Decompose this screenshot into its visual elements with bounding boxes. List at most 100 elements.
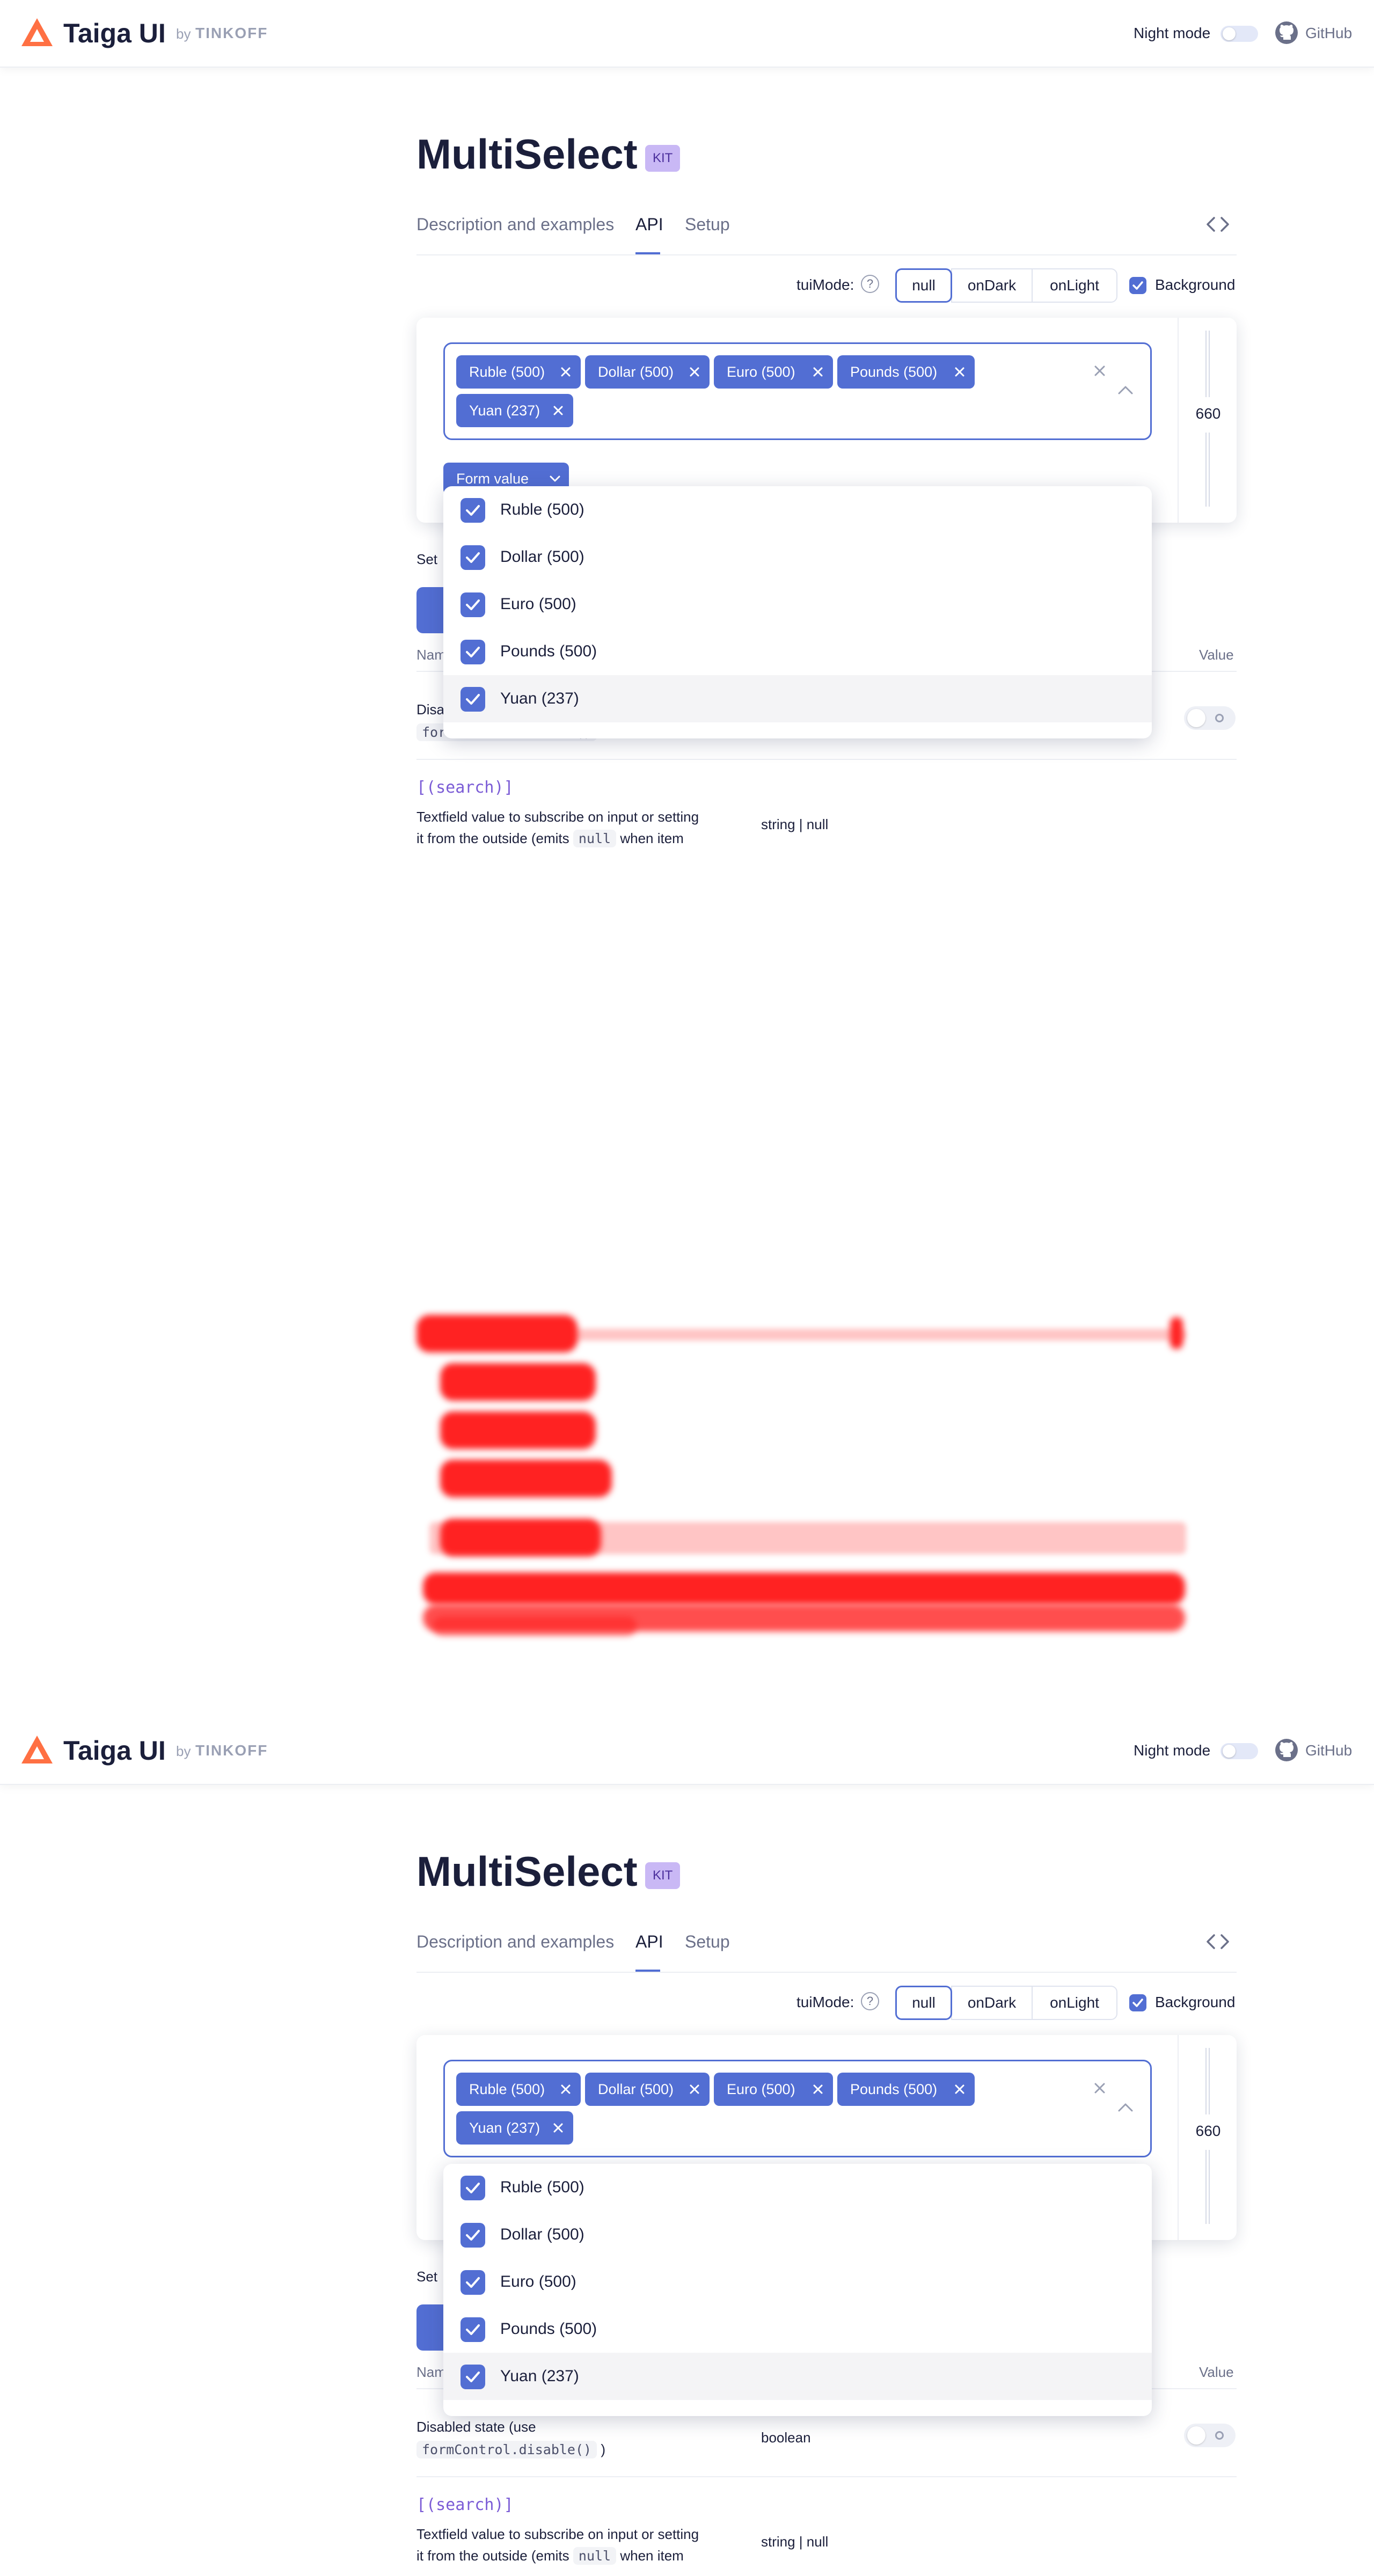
option-checkbox[interactable] — [461, 687, 485, 712]
tab-api[interactable]: API — [635, 1931, 663, 1952]
tab-api[interactable]: API — [635, 214, 663, 235]
taiga-logo-icon[interactable] — [20, 1735, 54, 1765]
background-checkbox[interactable] — [1129, 277, 1146, 294]
tab-setup[interactable]: Setup — [685, 214, 730, 235]
night-mode-toggle[interactable] — [1220, 1743, 1258, 1759]
mode-ondark-option[interactable]: onDark — [951, 1986, 1033, 2020]
remove-tag-icon[interactable] — [810, 364, 825, 379]
code-snippet: formControl.disable() — [416, 2441, 597, 2458]
taiga-logo-icon[interactable] — [20, 17, 54, 47]
option-checkbox[interactable] — [461, 2365, 485, 2389]
option-dollar[interactable]: Dollar (500) — [443, 2211, 1152, 2258]
background-checkbox[interactable] — [1129, 1994, 1146, 2011]
resize-handle-bottom[interactable] — [1205, 2150, 1210, 2224]
github-icon[interactable] — [1274, 20, 1299, 45]
remove-tag-icon[interactable] — [687, 2082, 702, 2097]
tag-euro[interactable]: Euro (500) — [714, 2073, 833, 2106]
option-euro[interactable]: Euro (500) — [443, 581, 1152, 628]
tag-dollar[interactable]: Dollar (500) — [585, 2073, 710, 2106]
option-checkbox[interactable] — [461, 545, 485, 570]
search-input-name: [(search)] — [416, 2496, 514, 2514]
remove-tag-icon[interactable] — [558, 2082, 573, 2097]
tag-dollar[interactable]: Dollar (500) — [585, 355, 710, 389]
mode-null-option[interactable]: null — [895, 268, 952, 303]
tag-label: Ruble (500) — [469, 2081, 545, 2097]
desc-text: it from the outside (emits — [416, 830, 569, 846]
api-divider — [416, 2476, 1237, 2477]
logo-text[interactable]: Taiga UI — [63, 1736, 166, 1766]
mode-null-option[interactable]: null — [895, 1986, 952, 2020]
tag-ruble[interactable]: Ruble (500) — [456, 355, 581, 389]
github-icon[interactable] — [1274, 1738, 1299, 1762]
option-yuan[interactable]: Yuan (237) — [443, 2353, 1152, 2400]
option-checkbox[interactable] — [461, 2270, 485, 2295]
tag-yuan[interactable]: Yuan (237) — [456, 2111, 573, 2145]
github-link[interactable]: GitHub — [1305, 1742, 1352, 1759]
tab-setup[interactable]: Setup — [685, 1931, 730, 1952]
mode-onlight-option[interactable]: onLight — [1032, 1986, 1117, 2020]
option-checkbox[interactable] — [461, 498, 485, 523]
option-checkbox[interactable] — [461, 592, 485, 617]
value-column-header: Value — [1199, 2364, 1234, 2380]
option-pounds[interactable]: Pounds (500) — [443, 628, 1152, 675]
resize-handle-bottom[interactable] — [1205, 433, 1210, 507]
clear-all-icon[interactable] — [1092, 363, 1108, 379]
disabled-toggle[interactable] — [1184, 706, 1236, 730]
tab-description[interactable]: Description and examples — [416, 214, 614, 235]
tui-mode-label: tuiMode: — [796, 276, 854, 293]
help-icon[interactable]: ? — [861, 1992, 879, 2010]
tag-pounds[interactable]: Pounds (500) — [837, 2073, 975, 2106]
night-mode-toggle[interactable] — [1220, 26, 1258, 42]
checkmark-icon — [466, 2277, 480, 2288]
remove-tag-icon[interactable] — [952, 364, 967, 379]
option-ruble[interactable]: Ruble (500) — [443, 2164, 1152, 2211]
width-value: 660 — [1195, 2123, 1221, 2139]
set-text: Set — [416, 551, 438, 567]
option-checkbox[interactable] — [461, 2223, 485, 2248]
option-euro[interactable]: Euro (500) — [443, 2258, 1152, 2306]
option-yuan[interactable]: Yuan (237) — [443, 675, 1152, 722]
tag-euro[interactable]: Euro (500) — [714, 355, 833, 389]
checkmark-icon — [466, 694, 480, 705]
multiselect-dropdown: Ruble (500) Dollar (500) Euro (500) Poun… — [443, 486, 1152, 738]
option-ruble[interactable]: Ruble (500) — [443, 486, 1152, 533]
site-header: Taiga UI by TINKOFF Night mode GitHub — [0, 0, 1374, 68]
diff-mark — [440, 1411, 596, 1449]
mode-ondark-option[interactable]: onDark — [951, 268, 1033, 303]
resize-handle-top[interactable] — [1205, 331, 1210, 397]
tab-description[interactable]: Description and examples — [416, 1931, 614, 1952]
tag-pounds[interactable]: Pounds (500) — [837, 355, 975, 389]
tag-ruble[interactable]: Ruble (500) — [456, 2073, 581, 2106]
option-checkbox[interactable] — [461, 2317, 485, 2342]
option-dollar[interactable]: Dollar (500) — [443, 533, 1152, 581]
logo-text[interactable]: Taiga UI — [63, 18, 166, 48]
chevron-up-icon[interactable] — [1116, 2101, 1135, 2113]
checkmark-icon — [466, 599, 480, 610]
option-pounds[interactable]: Pounds (500) — [443, 2306, 1152, 2353]
chevron-up-icon[interactable] — [1116, 383, 1135, 396]
night-mode-label: Night mode — [1134, 25, 1211, 41]
logo-tinkoff: TINKOFF — [195, 1742, 268, 1759]
multiselect-dropdown: Ruble (500) Dollar (500) Euro (500) Poun… — [443, 2164, 1152, 2416]
help-icon[interactable]: ? — [861, 275, 879, 293]
remove-tag-icon[interactable] — [551, 403, 566, 418]
mode-onlight-option[interactable]: onLight — [1032, 268, 1117, 303]
remove-tag-icon[interactable] — [687, 364, 702, 379]
remove-tag-icon[interactable] — [558, 364, 573, 379]
remove-tag-icon[interactable] — [952, 2082, 967, 2097]
kit-badge: KIT — [645, 145, 681, 172]
code-view-icon[interactable] — [1204, 214, 1231, 235]
code-view-icon[interactable] — [1204, 1931, 1231, 1952]
option-checkbox[interactable] — [461, 640, 485, 664]
option-checkbox[interactable] — [461, 2176, 485, 2200]
resize-panel[interactable]: 660 — [1178, 2035, 1237, 2240]
clear-all-icon[interactable] — [1092, 2080, 1108, 2096]
resize-panel[interactable]: 660 — [1178, 318, 1237, 523]
option-label: Yuan (237) — [500, 2367, 579, 2385]
tag-yuan[interactable]: Yuan (237) — [456, 394, 573, 427]
github-link[interactable]: GitHub — [1305, 25, 1352, 42]
resize-handle-top[interactable] — [1205, 2048, 1210, 2114]
remove-tag-icon[interactable] — [810, 2082, 825, 2097]
remove-tag-icon[interactable] — [551, 2120, 566, 2135]
disabled-toggle[interactable] — [1184, 2424, 1236, 2447]
